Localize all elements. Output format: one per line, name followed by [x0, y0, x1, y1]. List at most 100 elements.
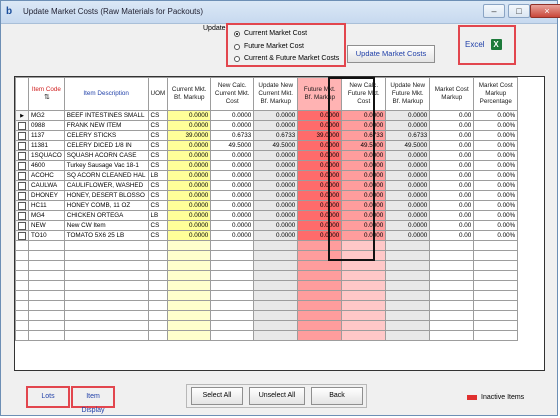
- row-selector[interactable]: [15, 150, 29, 161]
- radio-current-and-future-market-costs[interactable]: Current & Future Market Costs: [234, 55, 339, 62]
- cell-c5[interactable]: 0.0000: [341, 170, 387, 181]
- cell-c5[interactable]: 49.5000: [341, 140, 387, 151]
- cell-c3[interactable]: 0.0000: [253, 200, 299, 211]
- cell-c5[interactable]: 0.0000: [341, 180, 387, 191]
- cell-c4[interactable]: 0.0000: [297, 120, 343, 131]
- column-header-uom[interactable]: UOM: [147, 77, 169, 111]
- cell-c4[interactable]: 0.0000: [297, 230, 343, 241]
- cell-c5[interactable]: 0.0000: [341, 220, 387, 231]
- cell-c3[interactable]: 0.6733: [253, 130, 299, 141]
- cell-c4[interactable]: 0.0000: [297, 140, 343, 151]
- minimize-button[interactable]: –: [483, 4, 505, 18]
- cell-c3[interactable]: 0.0000: [253, 230, 299, 241]
- cell-c5[interactable]: 0.0000: [341, 200, 387, 211]
- table-row[interactable]: TO10 TOMATO 5X6 25 LB CS 0.0000 0.0000 0.0000…: [15, 230, 519, 241]
- cell-c6[interactable]: 0.0000: [385, 170, 431, 181]
- item-display-button[interactable]: Item Display: [75, 390, 111, 414]
- cell-c5[interactable]: 0.0000: [341, 150, 387, 161]
- excel-button[interactable]: Excel X: [465, 39, 502, 50]
- column-header-item-code[interactable]: Item Code⇅: [28, 77, 65, 111]
- row-checkbox[interactable]: [18, 171, 26, 180]
- restore-button[interactable]: □: [508, 4, 530, 18]
- table-row[interactable]: ▶ MG2 BEEF INTESTINES SMALL CS 0.0000 0.0000 0…: [15, 110, 519, 121]
- sort-az-icon[interactable]: ⇅: [44, 94, 50, 102]
- unselect-all-button[interactable]: Unselect All: [249, 387, 305, 405]
- row-checkbox[interactable]: [18, 161, 26, 170]
- cell-c5[interactable]: 0.0000: [341, 110, 387, 121]
- cell-c6[interactable]: 0.0000: [385, 210, 431, 221]
- row-checkbox[interactable]: [18, 131, 26, 140]
- cell-c6[interactable]: 0.0000: [385, 220, 431, 231]
- row-selector[interactable]: [15, 130, 29, 141]
- cell-c5[interactable]: 0.6733: [341, 130, 387, 141]
- column-header-market-cost-markup[interactable]: Market Cost Markup: [429, 77, 475, 111]
- row-selector[interactable]: [15, 160, 29, 171]
- table-row[interactable]: HC11 HONEY COMB, 11 OZ CS 0.0000 0.0000 0.000…: [15, 200, 519, 211]
- cell-c4[interactable]: 0.0000: [297, 180, 343, 191]
- cell-c4[interactable]: 0.0000: [297, 160, 343, 171]
- table-row[interactable]: CAULWA CAULIFLOWER, WASHED CS 0.0000 0.0000 0…: [15, 180, 519, 191]
- close-button[interactable]: ×: [530, 4, 560, 18]
- row-selector[interactable]: [15, 120, 29, 131]
- table-row[interactable]: ACOHC SQ ACORN CLEANED HAL LB 0.0000 0.0000 0…: [15, 170, 519, 181]
- row-checkbox[interactable]: [18, 151, 26, 160]
- row-checkbox[interactable]: [18, 211, 26, 220]
- row-selector[interactable]: [15, 170, 29, 181]
- table-row[interactable]: 4600 Turkey Sausage Vac 18-1 CS 0.0000 0.000…: [15, 160, 519, 171]
- cell-c3[interactable]: 49.5000: [253, 140, 299, 151]
- select-all-button[interactable]: Select All: [191, 387, 243, 405]
- row-selector[interactable]: [15, 180, 29, 191]
- row-selector[interactable]: [15, 220, 29, 231]
- cell-c6[interactable]: 0.6733: [385, 130, 431, 141]
- cell-c5[interactable]: 0.0000: [341, 160, 387, 171]
- radio-future-market-cost[interactable]: Future Market Cost: [234, 43, 304, 50]
- row-selector[interactable]: [15, 140, 29, 151]
- cell-c6[interactable]: 0.0000: [385, 190, 431, 201]
- radio-current-market-cost[interactable]: Current Market Cost: [234, 30, 307, 37]
- cell-c6[interactable]: 0.0000: [385, 160, 431, 171]
- row-selector[interactable]: [15, 190, 29, 201]
- column-header-market-cost-markup-percentage[interactable]: Market Cost Markup Percentage: [473, 77, 519, 111]
- cell-c3[interactable]: 0.0000: [253, 190, 299, 201]
- cell-c3[interactable]: 0.0000: [253, 220, 299, 231]
- cell-c3[interactable]: 0.0000: [253, 150, 299, 161]
- row-checkbox[interactable]: [18, 221, 26, 230]
- cell-c4[interactable]: 0.0000: [297, 150, 343, 161]
- cell-c3[interactable]: 0.0000: [253, 210, 299, 221]
- cell-c6[interactable]: 0.0000: [385, 110, 431, 121]
- cell-c5[interactable]: 0.0000: [341, 120, 387, 131]
- table-row[interactable]: 0988 FRANK NEW ITEM CS 0.0000 0.0000 0.0000 0.…: [15, 120, 519, 131]
- cell-c6[interactable]: 49.5000: [385, 140, 431, 151]
- column-header-update-new-future-mkt[interactable]: Update New Future Mkt. Bf. Markup: [385, 77, 431, 111]
- cell-c5[interactable]: 0.0000: [341, 190, 387, 201]
- table-row[interactable]: 1SQUACO SQUASH ACORN CASE CS 0.0000 0.0000 0.…: [15, 150, 519, 161]
- cell-c3[interactable]: 0.0000: [253, 180, 299, 191]
- row-selector[interactable]: [15, 210, 29, 221]
- cell-c3[interactable]: 0.0000: [253, 110, 299, 121]
- row-checkbox[interactable]: [18, 231, 26, 240]
- cell-c4[interactable]: 39.0000: [297, 130, 343, 141]
- row-selector[interactable]: [15, 230, 29, 241]
- cell-c6[interactable]: 0.0000: [385, 230, 431, 241]
- cell-c5[interactable]: 0.0000: [341, 210, 387, 221]
- update-market-costs-button[interactable]: Update Market Costs: [347, 45, 435, 63]
- row-checkbox[interactable]: [18, 121, 26, 130]
- column-header-current-mkt-bf-markup[interactable]: Current Mkt. Bf. Markup: [167, 77, 212, 111]
- column-header-update-new-current-mkt[interactable]: Update New Current Mkt. Bf. Markup: [253, 77, 299, 111]
- cell-c3[interactable]: 0.0000: [253, 120, 299, 131]
- cell-c4[interactable]: 0.0000: [297, 200, 343, 211]
- column-header-item-description[interactable]: Item Description: [63, 77, 149, 111]
- row-selector[interactable]: ▶: [15, 110, 29, 121]
- cell-c3[interactable]: 0.0000: [253, 170, 299, 181]
- table-row[interactable]: MG4 CHICKEN ORTEGA LB 0.0000 0.0000 0.0000 0.0…: [15, 210, 519, 221]
- column-header-new-calc-current-mkt-cost[interactable]: New Calc. Current Mkt. Cost: [210, 77, 255, 111]
- cell-c4[interactable]: 0.0000: [297, 110, 343, 121]
- cell-c6[interactable]: 0.0000: [385, 150, 431, 161]
- cell-c4[interactable]: 0.0000: [297, 210, 343, 221]
- cell-c4[interactable]: 0.0000: [297, 170, 343, 181]
- row-checkbox[interactable]: [18, 141, 26, 150]
- table-row[interactable]: 1137 CELERY STICKS CS 39.0000 0.6733 0.6733 39…: [15, 130, 519, 141]
- cell-c6[interactable]: 0.0000: [385, 120, 431, 131]
- row-checkbox[interactable]: [18, 181, 26, 190]
- table-row[interactable]: 11381 CELERY DICED 1/8 IN CS 0.0000 49.5000 4…: [15, 140, 519, 151]
